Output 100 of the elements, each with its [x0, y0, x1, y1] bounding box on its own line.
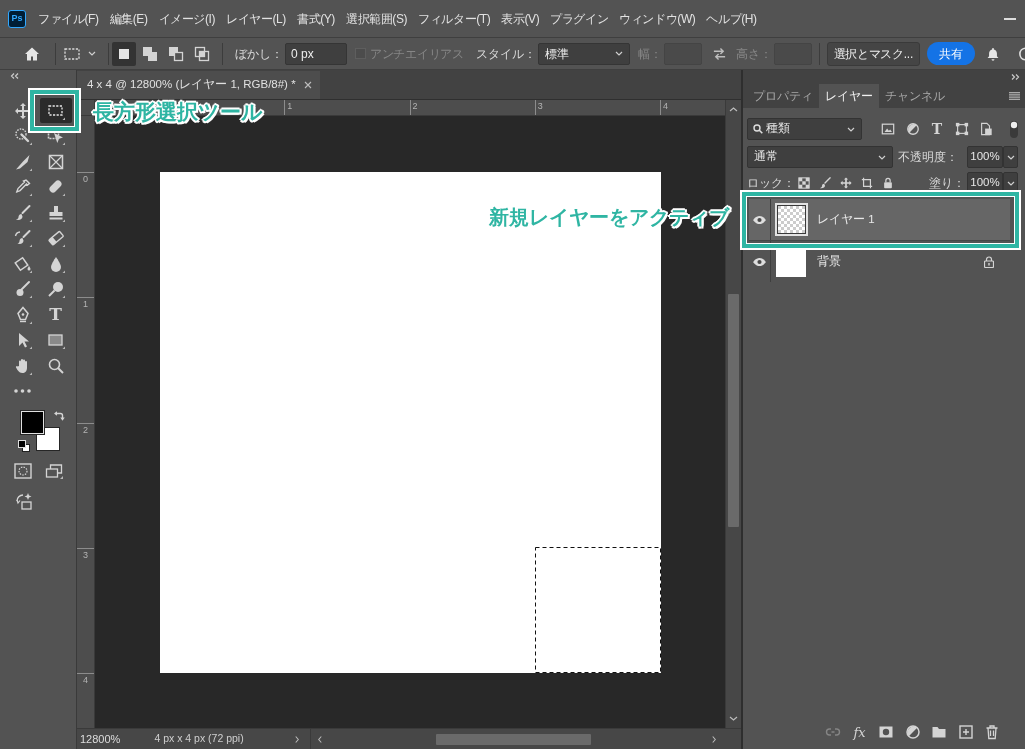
- layer-filter-dropdown[interactable]: 種類: [747, 118, 862, 140]
- brush-icon[interactable]: [819, 177, 831, 189]
- opacity-field[interactable]: 100%: [967, 146, 1003, 168]
- checkerboard-icon[interactable]: [798, 177, 810, 189]
- caret-icon[interactable]: [88, 51, 96, 56]
- lock-label: ロック：: [747, 175, 795, 192]
- eye-icon[interactable]: [752, 256, 767, 267]
- close-icon[interactable]: [303, 81, 312, 89]
- ruler-label: 0: [83, 175, 88, 184]
- home-icon[interactable]: [24, 45, 40, 62]
- menu-item[interactable]: 選択範囲(S): [345, 12, 408, 25]
- menu-item[interactable]: レイヤー(L): [226, 12, 286, 25]
- mask-icon[interactable]: [878, 724, 894, 740]
- swap-arrows-icon[interactable]: [711, 46, 727, 61]
- panel-tab[interactable]: プロパティ: [747, 84, 819, 108]
- ruler-label: 3: [83, 550, 88, 560]
- chevron-right-icon[interactable]: [711, 734, 717, 744]
- tool-button[interactable]: T: [39, 302, 72, 328]
- lollipop-icon: [46, 280, 65, 299]
- fx-glyph[interactable]: fx: [851, 725, 868, 739]
- dashed-rectangle-icon[interactable]: [64, 47, 80, 60]
- style-value: 標準: [544, 45, 569, 63]
- transform-box-icon[interactable]: [954, 122, 969, 136]
- rectangle-icon: [46, 331, 65, 350]
- chevron-right-icon[interactable]: [294, 734, 300, 744]
- type-filter-glyph[interactable]: T: [930, 122, 944, 136]
- layer-row[interactable]: レイヤー 1: [749, 199, 1010, 240]
- double-chevron-left-icon[interactable]: [10, 73, 19, 79]
- layer-name: 背景: [817, 253, 841, 269]
- feather-field[interactable]: 0 px: [285, 42, 347, 65]
- callout-text: 長方形選択ツール: [93, 101, 263, 122]
- merged-squares-icon: [142, 45, 158, 62]
- stacked-windows-icon[interactable]: [45, 463, 63, 479]
- zoom-level[interactable]: 12800%: [80, 730, 121, 748]
- menu-item[interactable]: 編集(E): [109, 12, 148, 25]
- menu-item[interactable]: ウィンドウ(W): [619, 12, 696, 25]
- document-info: 4 px x 4 px (72 ppi): [154, 731, 244, 747]
- chevron-down-icon[interactable]: [729, 715, 738, 722]
- half-circle-icon[interactable]: [904, 724, 921, 740]
- image-icon[interactable]: [881, 122, 895, 136]
- padlock-icon[interactable]: [882, 177, 894, 189]
- padlock-icon[interactable]: [984, 255, 994, 268]
- subtract-squares-icon: [168, 45, 184, 62]
- tool-button[interactable]: [39, 98, 72, 124]
- selection-mode-button[interactable]: [112, 41, 136, 66]
- chevron-left-icon[interactable]: [317, 734, 323, 744]
- curved-arrow-icon[interactable]: [53, 410, 65, 422]
- toggle-switch[interactable]: [1010, 120, 1018, 138]
- chevron-up-icon[interactable]: [729, 106, 738, 113]
- panel-tab[interactable]: チャンネル: [879, 84, 951, 108]
- menu-item[interactable]: ヘルプ(H): [706, 12, 757, 25]
- blend-mode-dropdown[interactable]: 通常: [747, 146, 893, 168]
- scrollbar-thumb[interactable]: [728, 294, 739, 527]
- share-button[interactable]: 共有: [926, 42, 975, 65]
- bell-icon[interactable]: [985, 45, 1000, 62]
- move-arrows-icon[interactable]: [840, 177, 852, 189]
- menu-item[interactable]: 書式(Y): [296, 12, 335, 25]
- double-chevron-right-icon[interactable]: [1011, 74, 1020, 80]
- caret-icon[interactable]: [1006, 180, 1015, 186]
- menu-item[interactable]: ファイル(F): [38, 12, 99, 25]
- folder-icon[interactable]: [931, 724, 947, 740]
- hand-icon: [13, 356, 32, 375]
- brush-dot-icon: [13, 280, 32, 299]
- eraser-icon: [46, 229, 65, 248]
- style-dropdown[interactable]: 標準: [537, 42, 630, 65]
- feather-label: ぼかし：: [235, 45, 283, 63]
- layer-name: レイヤー 1: [817, 211, 875, 227]
- plus-square-icon[interactable]: [957, 724, 974, 740]
- scrollbar-thumb[interactable]: [436, 733, 591, 745]
- ruler-label: 2: [83, 425, 88, 435]
- half-circle-icon[interactable]: [905, 122, 920, 136]
- caret-icon[interactable]: [1006, 154, 1015, 160]
- crop-frame-icon[interactable]: [861, 177, 873, 189]
- small-swatches-icon[interactable]: [18, 440, 30, 452]
- circle-in-frame-icon[interactable]: [14, 463, 32, 479]
- caret-icon[interactable]: [878, 154, 886, 160]
- ruler-label: 1: [83, 300, 88, 310]
- bucket-icon: [13, 254, 32, 273]
- document-tab-title: 4 x 4 @ 12800% (レイヤー 1, RGB/8#) *: [87, 77, 296, 93]
- menu-icon[interactable]: [1009, 92, 1020, 100]
- select-and-mask-button[interactable]: 選択とマスク...: [826, 41, 920, 66]
- foreground-color-swatch[interactable]: [21, 411, 44, 434]
- eyedropper-icon: [13, 178, 32, 197]
- menu-item[interactable]: プラグイン: [550, 12, 609, 25]
- caret-icon[interactable]: [614, 51, 623, 56]
- sparkle-frame-icon[interactable]: [15, 492, 33, 510]
- type-tool-glyph: T: [49, 306, 62, 324]
- trash-icon[interactable]: [984, 724, 1000, 740]
- document-tab[interactable]: 4 x 4 @ 12800% (レイヤー 1, RGB/8#) *: [77, 71, 320, 99]
- brush-arrow-icon: [13, 229, 32, 248]
- caret-icon[interactable]: [847, 126, 855, 132]
- document-icon[interactable]: [979, 122, 993, 136]
- menu-item[interactable]: 表示(V): [501, 12, 540, 25]
- menu-item[interactable]: フィルター(T): [418, 12, 491, 25]
- app-logo[interactable]: Ps: [8, 9, 26, 28]
- minimize-icon[interactable]: [1004, 17, 1016, 20]
- eye-icon[interactable]: [752, 214, 767, 225]
- magnifier-icon: [46, 356, 65, 375]
- menu-item[interactable]: イメージ(I): [158, 12, 216, 25]
- panel-tab[interactable]: レイヤー: [819, 84, 879, 108]
